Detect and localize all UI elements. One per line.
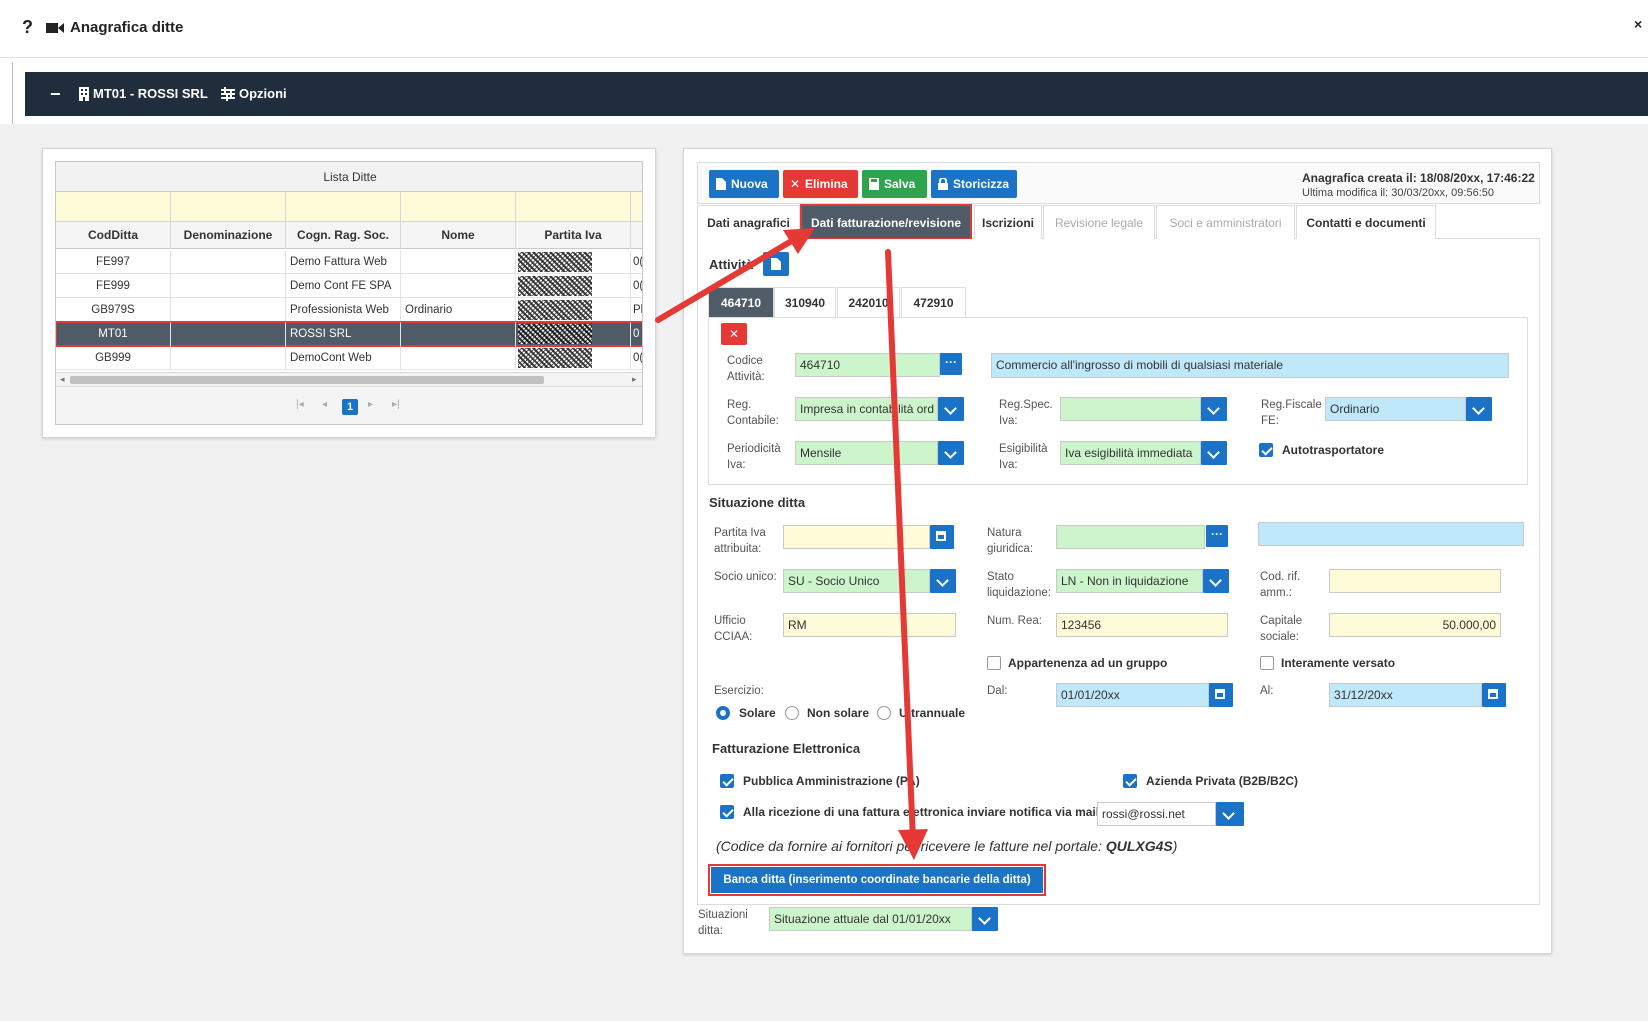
annotation-arrows <box>655 228 928 860</box>
